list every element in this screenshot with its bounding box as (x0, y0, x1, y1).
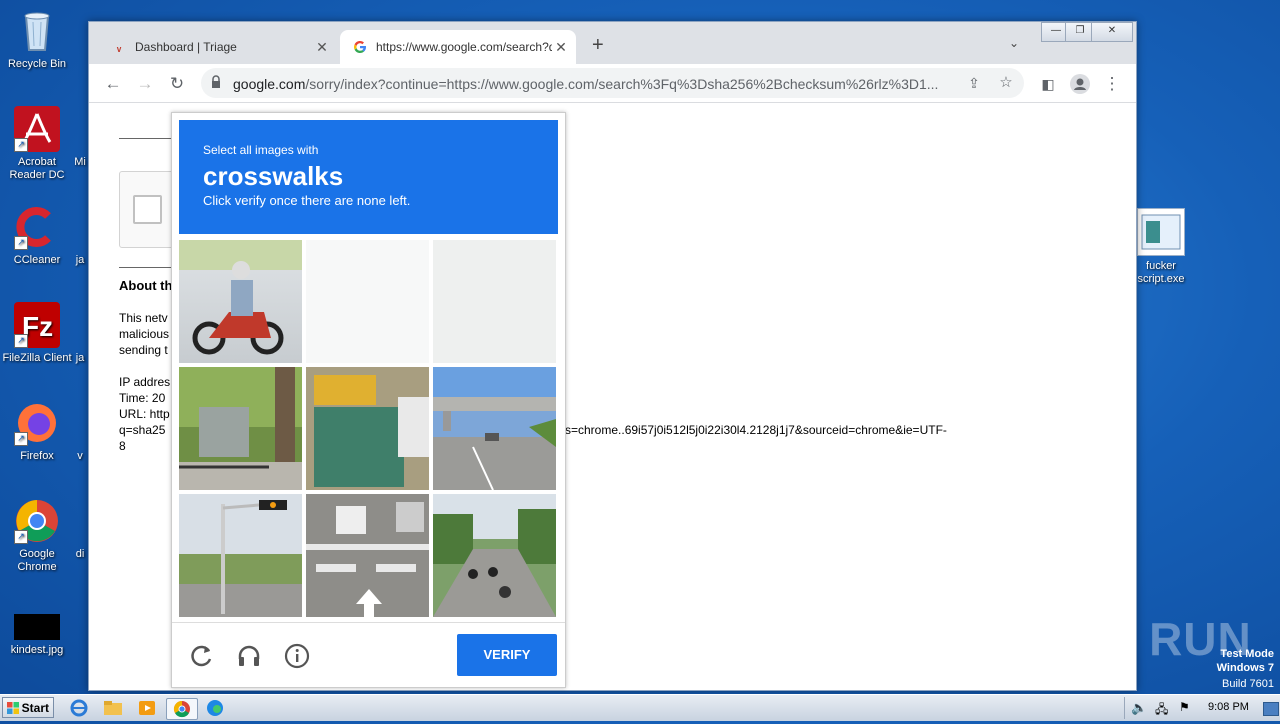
ip-address-line: IP addres (119, 375, 171, 389)
firefox-icon: ↗ (14, 400, 60, 446)
forward-icon[interactable]: → (134, 73, 156, 95)
bookmark-star-icon[interactable]: ☆ (995, 72, 1017, 94)
windows-flag-icon (7, 702, 19, 714)
captcha-tile[interactable] (179, 494, 302, 617)
reload-page-icon[interactable]: ↻ (166, 73, 188, 95)
close-window-icon[interactable]: ✕ (1091, 22, 1133, 42)
query-line-start: q=sha25 (119, 423, 166, 437)
captcha-tile[interactable] (306, 494, 429, 617)
triage-icon: ᵥ (116, 40, 122, 54)
info-icon[interactable] (284, 643, 310, 669)
desktop-icon-recycle-bin[interactable]: Recycle Bin (0, 8, 74, 71)
captcha-tile[interactable] (306, 367, 429, 490)
back-icon[interactable]: ← (102, 73, 124, 95)
captcha-tile[interactable] (433, 494, 556, 617)
profile-icon[interactable] (1069, 73, 1091, 95)
reload-icon[interactable] (189, 643, 215, 669)
paragraph-line: malicious (119, 327, 170, 341)
desktop-icon-chrome[interactable]: ↗ Google Chrome (0, 498, 74, 574)
captcha-footer: VERIFY (172, 622, 565, 688)
chrome-taskbar-icon[interactable] (166, 698, 198, 720)
desktop-icon-kindest[interactable]: kindest.jpg (0, 614, 74, 657)
captcha-subtext: Click verify once there are none left. (203, 193, 411, 208)
new-tab-icon[interactable]: + (592, 34, 604, 57)
volume-icon[interactable]: 🔈 (1131, 700, 1147, 716)
build-text: Build 7601 (1222, 678, 1274, 690)
paragraph-line: sending t (119, 343, 168, 357)
verify-button[interactable]: VERIFY (457, 634, 557, 676)
image-file-icon (14, 614, 60, 640)
captcha-tile-faded[interactable] (306, 240, 429, 363)
lock-icon (212, 75, 220, 88)
captcha-tile[interactable] (179, 367, 302, 490)
captcha-instruction: Select all images with (203, 143, 319, 157)
shortcut-arrow-icon: ↗ (14, 432, 28, 446)
share-icon[interactable]: ⇪ (963, 72, 985, 94)
about-heading: About th (119, 278, 173, 293)
taskbar: Start 🔈 🖧 ⚑ 9:08 PM (0, 694, 1280, 721)
executable-icon (1137, 208, 1185, 256)
google-icon (352, 39, 368, 55)
chrome-icon: ↗ (14, 498, 60, 544)
show-desktop-icon[interactable] (1263, 702, 1279, 716)
network-icon[interactable]: 🖧 (1155, 700, 1168, 721)
shortcut-arrow-icon: ↗ (14, 334, 28, 348)
time-line: Time: 20 (119, 391, 166, 405)
test-mode-text: Test Mode (1220, 648, 1274, 660)
start-button[interactable]: Start (2, 697, 54, 718)
acrobat-icon: ↗ (14, 106, 60, 152)
tab-triage[interactable]: ᵥ Dashboard | Triage ✕ (99, 30, 337, 64)
captcha-header: Select all images with crosswalks Click … (179, 120, 558, 234)
system-tray: 🔈 🖧 ⚑ (1124, 697, 1280, 719)
menu-kebab-icon[interactable]: ⋮ (1101, 73, 1123, 95)
recaptcha-checkbox[interactable] (133, 195, 162, 224)
url-line: URL: http (119, 407, 170, 421)
file-explorer-icon[interactable] (102, 698, 124, 718)
url-text: google.com/sorry/index?continue=https://… (233, 76, 939, 92)
paragraph-line: This netv (119, 311, 168, 325)
shortcut-arrow-icon: ↗ (14, 138, 28, 152)
ccleaner-icon: ↗ (14, 204, 60, 250)
tab-search-icon[interactable]: ⌄ (1009, 36, 1019, 50)
tab-title: Dashboard | Triage (135, 40, 237, 54)
captcha-keyword: crosswalks (203, 161, 344, 191)
toolbar: ← → ↻ google.com/sorry/index?continue=ht… (89, 64, 1136, 103)
audio-icon[interactable] (236, 643, 262, 669)
edge-icon[interactable] (204, 698, 226, 718)
tab-title: https://www.google.com/search?q= (376, 40, 552, 54)
captcha-tile[interactable] (179, 240, 302, 363)
close-tab-icon[interactable]: ✕ (552, 39, 570, 56)
action-center-flag-icon[interactable]: ⚑ (1179, 700, 1190, 714)
recycle-bin-icon (14, 8, 60, 54)
tab-google[interactable]: https://www.google.com/search?q= ✕ (340, 30, 576, 64)
media-player-icon[interactable] (136, 698, 158, 718)
captcha-challenge: Select all images with crosswalks Click … (171, 112, 566, 688)
anyrun-watermark: ANY RUN (1036, 613, 1252, 665)
desktop-icon-label: kindest.jpg (10, 644, 64, 656)
divider (119, 267, 179, 268)
captcha-tile[interactable] (433, 367, 556, 490)
shortcut-arrow-icon: ↗ (14, 236, 28, 250)
internet-explorer-icon[interactable] (68, 698, 90, 718)
clock[interactable]: 9:08 PM (1208, 701, 1249, 713)
query-line-last: 8 (119, 439, 126, 453)
captcha-tile-faded[interactable] (433, 240, 556, 363)
divider (119, 138, 179, 139)
filezilla-icon: Fz ↗ (14, 302, 60, 348)
address-bar[interactable]: google.com/sorry/index?continue=https://… (201, 68, 1024, 98)
desktop-icon-acrobat[interactable]: ↗ Acrobat Reader DC (0, 106, 74, 182)
os-text: Windows 7 (1216, 662, 1274, 674)
tab-strip: ᵥ Dashboard | Triage ✕ https://www.googl… (89, 22, 1136, 64)
side-panel-icon[interactable]: ◧ (1037, 73, 1059, 95)
shortcut-arrow-icon: ↗ (14, 530, 28, 544)
start-label: Start (21, 701, 49, 715)
close-tab-icon[interactable]: ✕ (313, 39, 331, 56)
query-line-end: s=chrome..69i57j0i512l5j0i22i30l4.2128j1… (565, 423, 947, 437)
desktop-icon-label: Recycle Bin (7, 58, 67, 70)
